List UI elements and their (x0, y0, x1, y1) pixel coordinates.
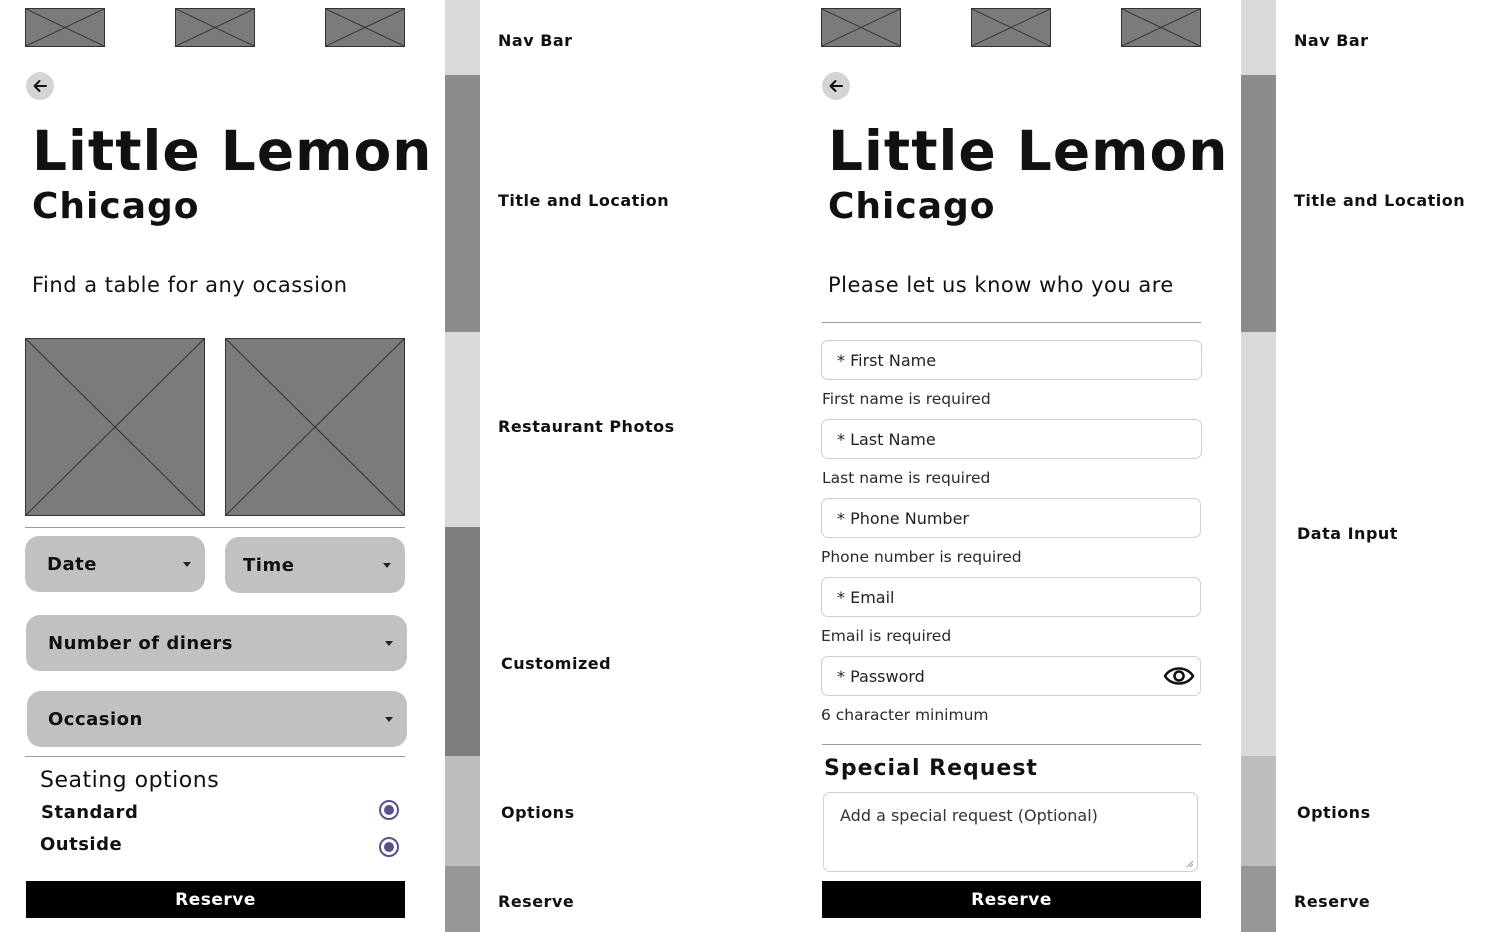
annotation-reserve: Reserve (1294, 892, 1371, 911)
first-name-field[interactable]: * First Name (821, 340, 1202, 380)
band-data-input (1241, 332, 1276, 756)
special-request-heading: Special Request (824, 756, 1038, 781)
back-button[interactable] (26, 72, 54, 100)
seating-heading: Seating options (40, 768, 220, 793)
divider (822, 744, 1201, 745)
diners-select[interactable]: Number of diners (26, 615, 407, 671)
annotation-title: Title and Location (498, 191, 670, 210)
annotation-nav: Nav Bar (498, 31, 573, 50)
time-select[interactable]: Time (225, 537, 405, 593)
band-options (445, 756, 480, 866)
reserve-button[interactable]: Reserve (26, 881, 405, 918)
seating-standard-radio[interactable] (379, 800, 399, 820)
last-name-field[interactable]: * Last Name (821, 419, 1202, 459)
occasion-select-label: Occasion (48, 708, 143, 730)
nav-image-placeholder-icon[interactable] (175, 8, 255, 47)
nav-image-placeholder-icon[interactable] (325, 8, 405, 47)
band-nav (1241, 0, 1276, 75)
email-placeholder: * Email (837, 587, 895, 607)
caret-down-icon (385, 641, 393, 646)
password-helper: 6 character minimum (821, 706, 989, 724)
phone-number-placeholder: * Phone Number (837, 508, 970, 528)
seating-option-outside-label: Outside (40, 834, 123, 855)
back-arrow-icon (829, 80, 843, 92)
password-placeholder: * Password (837, 666, 925, 686)
back-arrow-icon (33, 80, 47, 92)
restaurant-title: Little Lemon (32, 119, 433, 183)
last-name-placeholder: * Last Name (837, 429, 936, 449)
annotation-title: Title and Location (1294, 191, 1466, 210)
restaurant-title: Little Lemon (828, 119, 1229, 183)
seating-outside-radio[interactable] (379, 837, 399, 857)
divider (25, 756, 405, 757)
page-tagline: Please let us know who you are (828, 273, 1174, 297)
annotation-nav: Nav Bar (1294, 31, 1369, 50)
band-title (1241, 75, 1276, 332)
time-select-label: Time (243, 554, 295, 576)
date-select[interactable]: Date (25, 536, 205, 592)
seating-option-standard-label: Standard (41, 802, 139, 823)
band-customized (445, 527, 480, 756)
diners-select-label: Number of diners (48, 632, 234, 654)
band-reserve (1241, 866, 1276, 932)
nav-image-placeholder-icon[interactable] (1121, 8, 1201, 47)
reserve-button[interactable]: Reserve (822, 881, 1201, 918)
restaurant-location: Chicago (32, 186, 200, 227)
band-photos (445, 332, 480, 527)
back-button[interactable] (822, 72, 850, 100)
nav-image-placeholder-icon[interactable] (971, 8, 1051, 47)
nav-image-placeholder-icon[interactable] (25, 8, 105, 47)
special-request-placeholder: Add a special request (Optional) (840, 806, 1098, 825)
first-name-placeholder: * First Name (837, 350, 937, 370)
band-title (445, 75, 480, 332)
restaurant-location: Chicago (828, 186, 996, 227)
divider (822, 322, 1201, 323)
band-options (1241, 756, 1276, 866)
eye-icon[interactable] (1163, 662, 1195, 690)
caret-down-icon (383, 563, 391, 568)
annotation-options: Options (1297, 803, 1371, 822)
restaurant-photo-placeholder-icon (225, 338, 405, 516)
occasion-select[interactable]: Occasion (27, 691, 407, 747)
annotation-customized: Customized (501, 654, 612, 673)
nav-image-placeholder-icon[interactable] (821, 8, 901, 47)
band-reserve (445, 866, 480, 932)
resize-grip-icon[interactable] (1186, 860, 1194, 868)
band-nav (445, 0, 480, 75)
phone-number-helper: Phone number is required (821, 548, 1022, 566)
special-request-textarea[interactable]: Add a special request (Optional) (823, 792, 1198, 872)
divider (25, 527, 405, 528)
email-field[interactable]: * Email (821, 577, 1201, 617)
caret-down-icon (385, 717, 393, 722)
caret-down-icon (183, 562, 191, 567)
last-name-helper: Last name is required (822, 469, 991, 487)
annotation-options: Options (501, 803, 575, 822)
phone-number-field[interactable]: * Phone Number (821, 498, 1201, 538)
password-field[interactable]: * Password (821, 656, 1201, 696)
restaurant-photo-placeholder-icon (25, 338, 205, 516)
first-name-helper: First name is required (822, 390, 991, 408)
email-helper: Email is required (821, 627, 952, 645)
annotation-data-input: Data Input (1297, 524, 1398, 543)
annotation-photos: Restaurant Photos (498, 417, 675, 436)
date-select-label: Date (47, 553, 97, 575)
page-tagline: Find a table for any ocassion (32, 273, 348, 297)
annotation-reserve: Reserve (498, 892, 575, 911)
